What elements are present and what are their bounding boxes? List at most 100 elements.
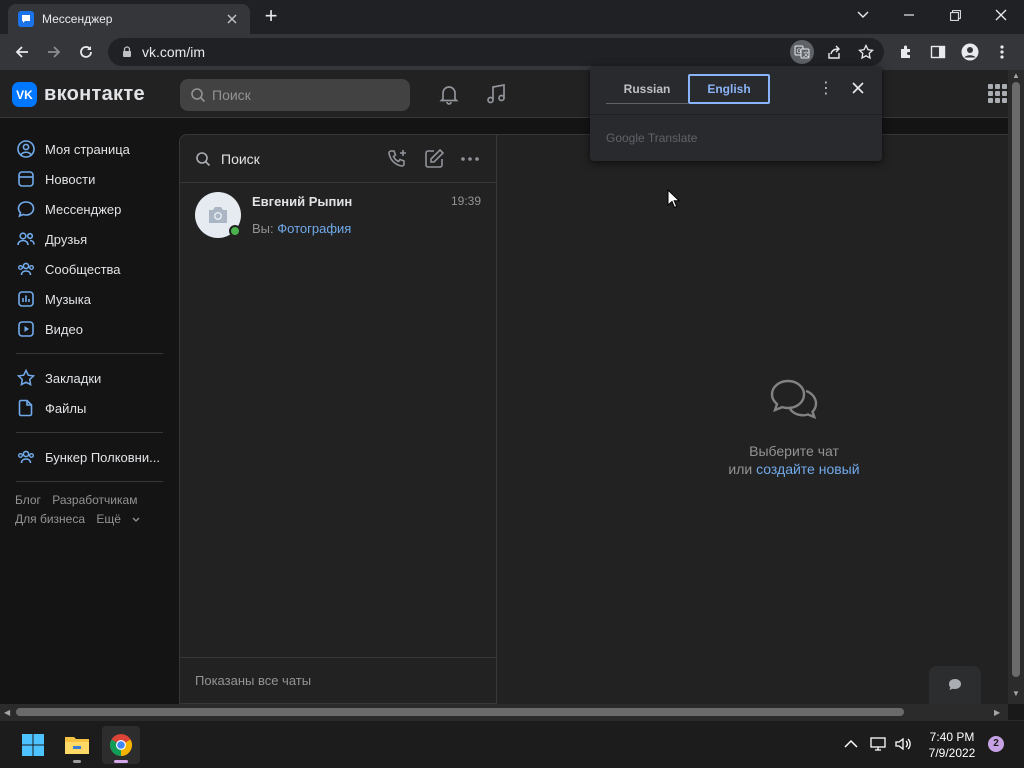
apps-grid-icon[interactable] xyxy=(988,84,1008,104)
windows-taskbar: 7:40 PM 7/9/2022 2 xyxy=(0,720,1024,768)
translate-more-icon[interactable]: ⋮ xyxy=(816,80,836,100)
volume-icon[interactable] xyxy=(894,735,912,753)
horizontal-scrollbar[interactable]: ◀ ▶ xyxy=(0,704,1008,720)
horizontal-scroll-thumb[interactable] xyxy=(16,708,904,716)
vk-search-input[interactable] xyxy=(212,87,402,103)
extensions-puzzle-icon[interactable] xyxy=(894,40,918,64)
share-icon[interactable] xyxy=(822,40,846,64)
folder-icon xyxy=(65,737,89,754)
more-options-icon[interactable] xyxy=(458,147,482,171)
nav-item-video[interactable]: Видео xyxy=(0,314,170,344)
notification-badge[interactable]: 2 xyxy=(988,736,1004,752)
translate-language-tabs: Russian English xyxy=(606,74,770,104)
network-icon[interactable] xyxy=(869,735,887,753)
menu-kebab-icon[interactable] xyxy=(990,40,1014,64)
compose-icon[interactable] xyxy=(422,147,446,171)
taskbar-clock[interactable]: 7:40 PM 7/9/2022 xyxy=(920,729,984,761)
chat-view-panel: Выберите чат или создайте новый xyxy=(497,134,1008,704)
music-note-icon[interactable] xyxy=(484,82,508,106)
profile-avatar-icon[interactable] xyxy=(958,40,982,64)
footer-link-developers[interactable]: Разработчикам xyxy=(52,493,137,507)
notifications-bell-icon[interactable] xyxy=(437,82,461,106)
video-icon xyxy=(18,321,34,337)
more-label: Ещё xyxy=(96,512,121,526)
community-group-icon xyxy=(18,450,34,464)
footer-link-more[interactable]: Ещё xyxy=(96,512,140,526)
nav-item-music[interactable]: Музыка xyxy=(0,284,170,314)
nav-separator xyxy=(16,432,163,433)
browser-tab-bar: Мессенджер + xyxy=(0,0,1024,34)
chat-list-footer: Показаны все чаты xyxy=(180,657,496,703)
vertical-scroll-thumb[interactable] xyxy=(1012,82,1020,677)
tab-search-chevron-icon[interactable] xyxy=(840,0,886,30)
nav-label: Мессенджер xyxy=(45,201,122,217)
vk-logo[interactable]: VK вконтакте xyxy=(12,82,145,107)
avatar xyxy=(195,192,241,238)
minimize-button[interactable] xyxy=(886,0,932,30)
tab-close-icon[interactable] xyxy=(224,11,240,27)
side-panel-icon[interactable] xyxy=(926,40,950,64)
mouse-cursor-icon xyxy=(667,189,681,209)
new-tab-button[interactable]: + xyxy=(260,5,282,28)
windows-logo-icon xyxy=(22,734,44,756)
chat-list-item[interactable]: Евгений Рыпин Вы: Фотография 19:39 xyxy=(180,183,496,247)
translate-close-icon[interactable] xyxy=(848,80,868,100)
close-window-button[interactable] xyxy=(978,0,1024,30)
nav-item-community-bunker[interactable]: Бункер Полковни... xyxy=(0,442,170,472)
bookmark-star-icon xyxy=(16,368,36,386)
call-add-icon[interactable] xyxy=(386,147,410,171)
nav-label: Сообщества xyxy=(45,261,121,277)
online-status-dot xyxy=(229,225,241,237)
nav-label: Видео xyxy=(45,321,83,337)
chat-preview-prefix: Вы: xyxy=(252,221,274,236)
footer-link-blog[interactable]: Блог xyxy=(15,493,41,507)
nav-separator xyxy=(16,353,163,354)
translate-tab-english[interactable]: English xyxy=(688,74,770,104)
nav-item-messenger[interactable]: Мессенджер xyxy=(0,194,170,224)
address-bar[interactable]: vk.com/im G文 xyxy=(108,38,884,66)
user-circle-icon xyxy=(17,140,35,158)
svg-text:G: G xyxy=(797,48,802,55)
start-button[interactable] xyxy=(14,726,52,764)
scroll-right-arrow-icon[interactable]: ▶ xyxy=(994,708,1000,717)
scroll-up-arrow-icon[interactable]: ▲ xyxy=(1012,72,1020,80)
create-new-chat-link[interactable]: создайте новый xyxy=(756,461,859,477)
taskbar-running-indicator xyxy=(73,760,81,763)
chat-bubble-icon xyxy=(949,679,961,690)
forward-arrow-icon[interactable] xyxy=(42,40,66,64)
tab-title: Мессенджер xyxy=(42,12,113,26)
back-arrow-icon[interactable] xyxy=(10,40,34,64)
tray-chevron-up-icon[interactable] xyxy=(842,735,860,753)
nav-item-communities[interactable]: Сообщества xyxy=(0,254,170,284)
empty-chat-line2-prefix: или xyxy=(728,461,753,477)
scroll-left-arrow-icon[interactable]: ◀ xyxy=(4,708,10,717)
vertical-scrollbar[interactable]: ▲ ▼ xyxy=(1008,70,1024,704)
nav-item-news[interactable]: Новости xyxy=(0,164,170,194)
chat-bubbles-icon xyxy=(770,379,818,420)
translate-tab-russian[interactable]: Russian xyxy=(606,74,688,104)
chat-preview: Вы: Фотография xyxy=(252,221,496,236)
bookmark-star-icon[interactable] xyxy=(854,40,878,64)
empty-chat-line2: или создайте новый xyxy=(497,460,1008,478)
reload-icon[interactable] xyxy=(74,40,98,64)
taskbar-chrome[interactable] xyxy=(102,726,140,764)
nav-item-bookmarks[interactable]: Закладки xyxy=(0,363,170,393)
nav-label: Файлы xyxy=(45,400,87,416)
floating-chat-button[interactable] xyxy=(929,666,981,704)
chat-list-panel: Евгений Рыпин Вы: Фотография 19:39 Показ… xyxy=(179,134,497,704)
footer-link-business[interactable]: Для бизнеса xyxy=(15,512,85,526)
browser-tab[interactable]: Мессенджер xyxy=(8,4,250,34)
chat-search-input[interactable] xyxy=(221,150,361,167)
restore-button[interactable] xyxy=(932,0,978,30)
translate-icon[interactable]: G文 xyxy=(790,40,814,64)
nav-item-files[interactable]: Файлы xyxy=(0,393,170,423)
scroll-down-arrow-icon[interactable]: ▼ xyxy=(1012,690,1020,698)
nav-separator xyxy=(16,481,163,482)
nav-item-friends[interactable]: Друзья xyxy=(0,224,170,254)
vk-search-box[interactable] xyxy=(180,79,410,111)
chat-preview-attachment: Фотография xyxy=(277,221,352,236)
lock-icon[interactable] xyxy=(120,45,134,59)
file-icon xyxy=(18,399,33,417)
taskbar-file-explorer[interactable] xyxy=(58,726,96,764)
nav-item-my-page[interactable]: Моя страница xyxy=(0,134,170,164)
